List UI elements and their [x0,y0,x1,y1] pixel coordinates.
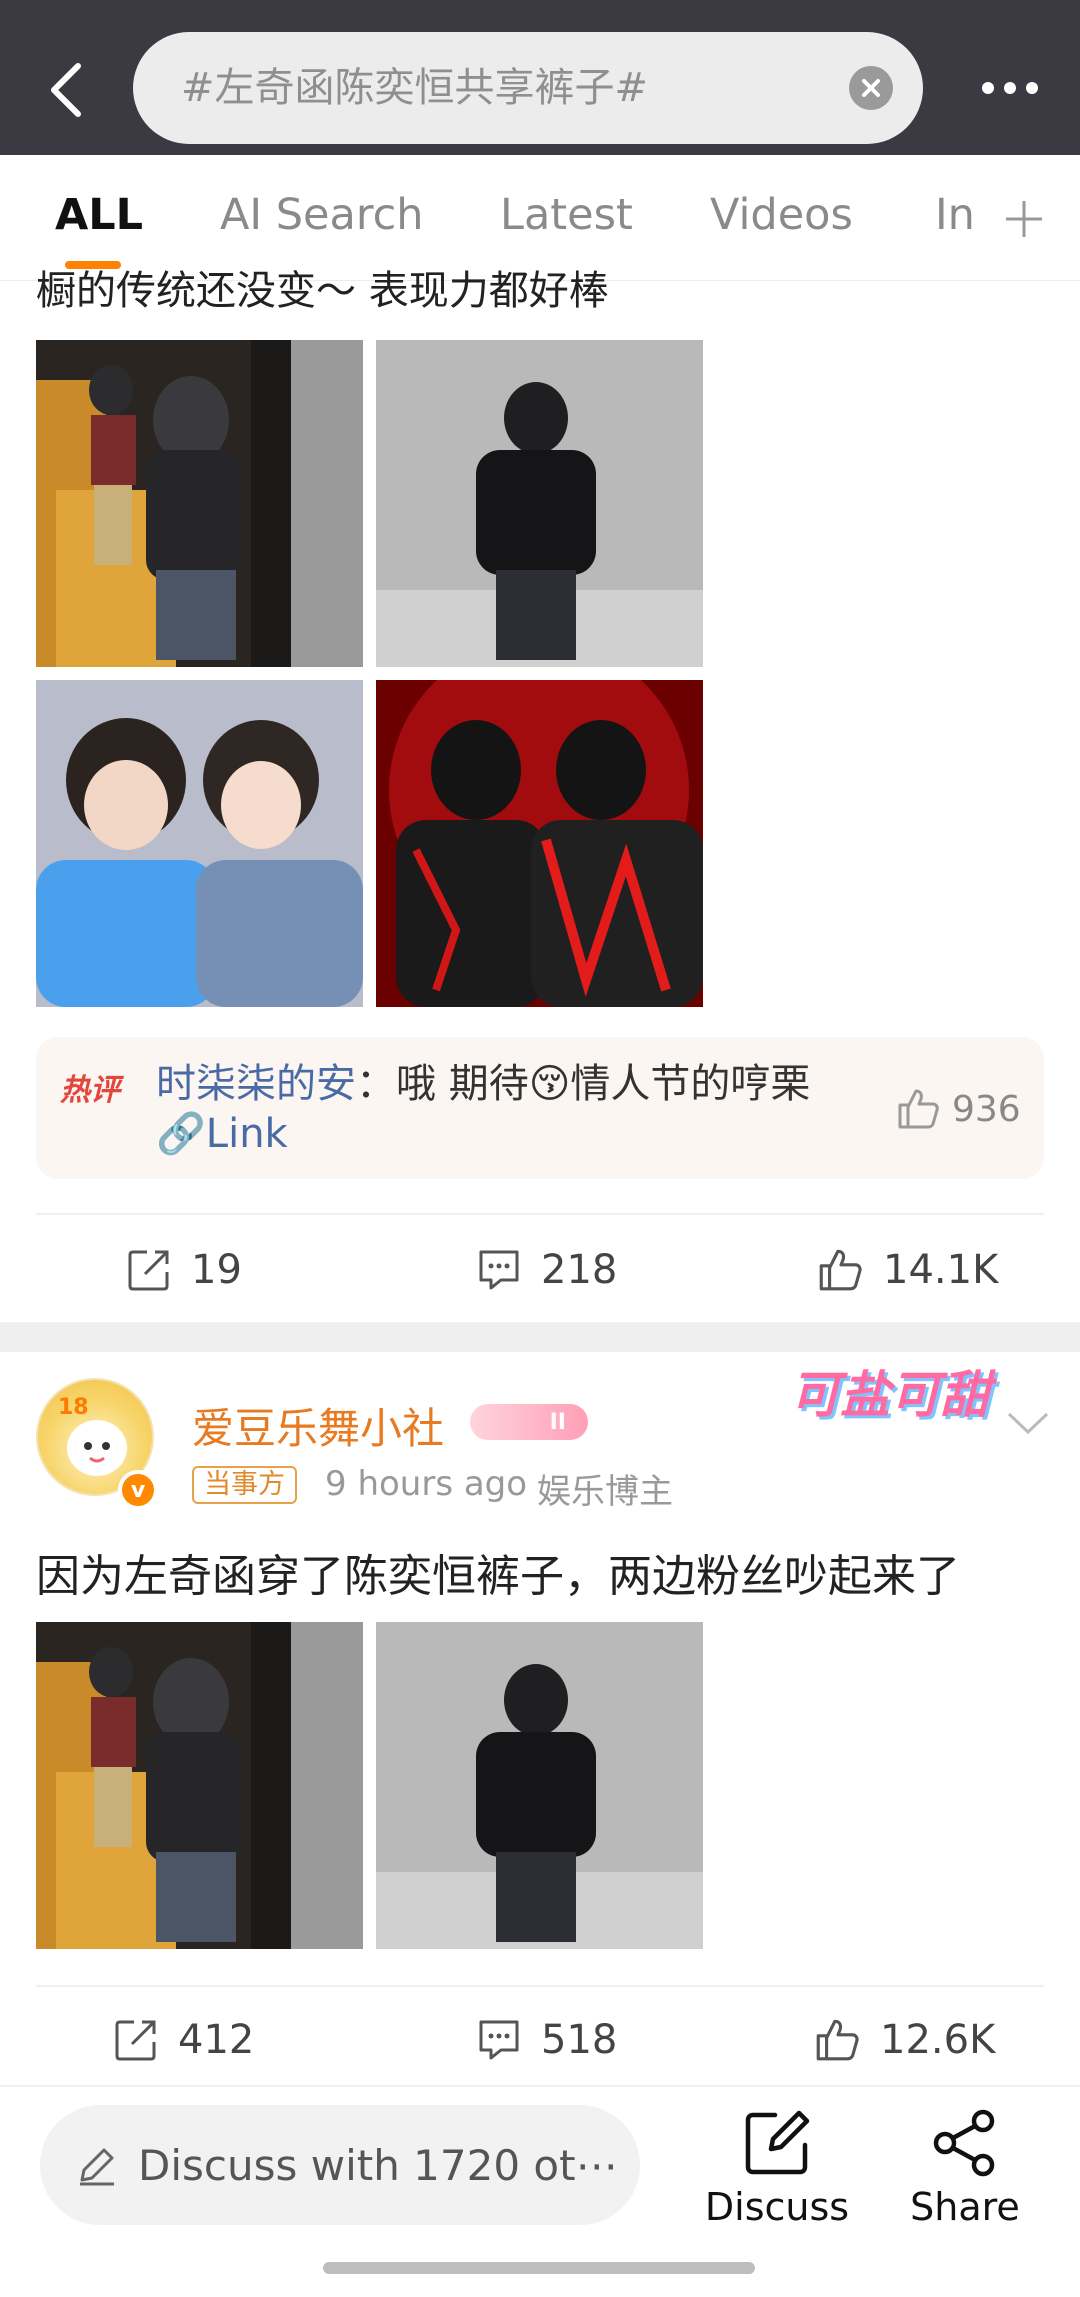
add-tab-icon[interactable] [1000,195,1048,243]
hot-comment-like-button[interactable]: 936 [894,1081,1021,1137]
thumbs-up-icon [816,2019,859,2061]
share-label: Share [910,2185,1020,2229]
hot-comment-text: 时柒柒的安：哦 期待😚情人节的哼栗 🔗Link [156,1059,836,1159]
verified-badge-icon: v [118,1470,158,1510]
author-role: 娱乐博主 [537,1472,673,1512]
tab-videos[interactable]: Videos [710,185,853,245]
repost-count: 19 [191,1247,242,1293]
post-image[interactable] [36,340,363,667]
level-badge: II [470,1404,588,1440]
post-image[interactable] [36,1622,363,1949]
author-name[interactable]: 爱豆乐舞小社 [192,1395,444,1456]
hot-comment-like-count: 936 [952,1088,1021,1130]
top-header: #左奇函陈奕恒共享裤子# [0,0,1080,155]
repost-icon [128,1250,169,1291]
discuss-input[interactable]: Discuss with 1720 ot⋯ [40,2105,640,2225]
share-icon [933,2109,995,2177]
post-time: 9 hours ago [325,1464,528,1504]
discuss-placeholder: Discuss with 1720 ot⋯ [138,2140,618,2190]
tab-in[interactable]: In [935,185,975,245]
search-bar[interactable]: #左奇函陈奕恒共享裤子# [133,32,923,144]
divider [36,1213,1044,1215]
like-count: 12.6K [880,2017,996,2063]
compose-icon [745,2110,810,2175]
like-button[interactable]: 12.6K [812,2010,995,2070]
divider [36,1985,1044,1987]
repost-button[interactable]: 19 [125,1240,242,1300]
repost-icon [115,2020,156,2061]
comment-icon [479,1250,519,1290]
comment-count: 218 [541,1247,618,1293]
post-separator [0,1322,1080,1352]
like-count: 14.1K [883,1247,999,1293]
tab-all[interactable]: ALL [55,185,143,245]
post-image[interactable] [376,680,703,1007]
back-arrow-icon [51,63,81,117]
post-text-partial: 橱的传统还没变～ 表现力都好棒 [36,268,609,312]
role-tag: 当事方 [192,1466,297,1504]
tab-latest[interactable]: Latest [500,185,633,245]
discuss-button[interactable]: Discuss [702,2107,852,2237]
comment-separator: ： [356,1061,396,1107]
close-icon [862,79,880,97]
tab-ai-search[interactable]: AI Search [220,185,424,245]
thumbs-up-icon [898,1089,939,1129]
post-image[interactable] [376,340,703,667]
more-options-icon[interactable] [960,68,1060,108]
svg-text:18: 18 [58,1395,89,1420]
comment-link[interactable]: 🔗Link [156,1111,288,1157]
level-badge-text: II [549,1409,566,1435]
comment-button[interactable]: 218 [475,1240,617,1300]
comment-count: 518 [541,2017,618,2063]
pencil-icon [80,2148,114,2186]
comment-username[interactable]: 时柒柒的安 [156,1061,356,1107]
post-image[interactable] [36,680,363,1007]
like-button[interactable]: 14.1K [815,1240,998,1300]
share-button[interactable]: Share [890,2107,1040,2237]
post-image[interactable] [376,1622,703,1949]
search-query-text: #左奇函陈奕恒共享裤子# [181,65,649,111]
repost-count: 412 [178,2017,255,2063]
decoration-sticker: 可盐可甜 [790,1366,990,1424]
discuss-label: Discuss [704,2185,850,2229]
clear-search-button[interactable] [849,66,893,110]
home-indicator[interactable] [323,2262,755,2274]
repost-button[interactable]: 412 [112,2010,254,2070]
comment-body: 哦 期待😚情人节的哼栗 [396,1061,811,1107]
comment-button[interactable]: 518 [475,2010,617,2070]
post-text: 因为左奇函穿了陈奕恒裤子，两边粉丝吵起来了 [36,1551,960,1602]
thumbs-up-icon [819,1249,862,1291]
hot-comment[interactable]: 热评 时柒柒的安：哦 期待😚情人节的哼栗 🔗Link 936 [36,1037,1044,1179]
hot-comment-badge: 热评 [60,1073,120,1108]
back-button[interactable] [36,55,96,125]
chevron-down-icon[interactable] [1005,1408,1051,1438]
comment-icon [479,2020,519,2060]
